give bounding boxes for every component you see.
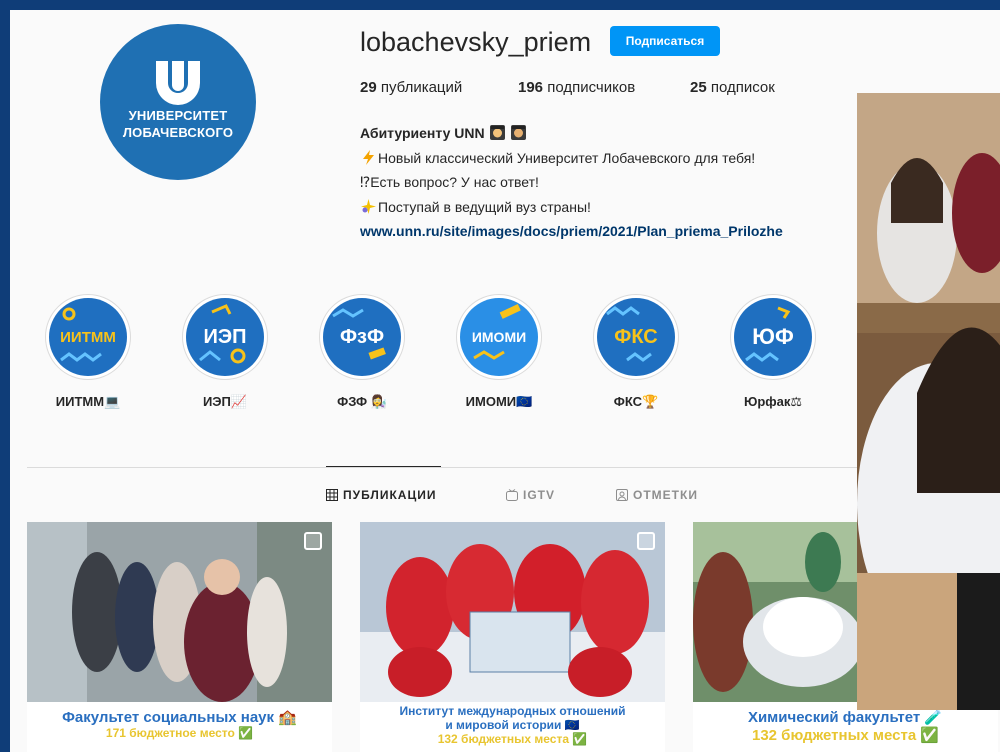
caption-subtitle: 171 бюджетное место ✅ [105, 726, 254, 740]
highlight-ring: ЮФ [730, 294, 816, 380]
tagged-icon [616, 489, 628, 501]
following-stat[interactable]: 25 подписок [690, 79, 775, 96]
instagram-profile-page: УНИВЕРСИТЕТ ЛОБАЧЕВСКОГО lobachevsky_pri… [10, 10, 1000, 752]
highlight-fzf[interactable]: ФзФ ФЗФ 👩‍🔬 [314, 294, 410, 410]
follow-button[interactable]: Подписаться [610, 26, 720, 56]
profile-bio: Абитуриенту UNN Новый классический Униве… [360, 121, 850, 244]
logo-text-line1: УНИВЕРСИТЕТ [128, 108, 228, 123]
carousel-icon [637, 532, 655, 550]
caption-subtitle: 132 бюджетных места ✅ [751, 727, 940, 744]
active-tab-indicator [326, 466, 441, 467]
highlight-cover-text: ЮФ [752, 324, 794, 349]
posts-count-stat[interactable]: 29 публикаций [360, 79, 462, 96]
post-photo [360, 522, 665, 702]
highlight-cover-text: ИИТММ [60, 328, 116, 346]
highlight-ring: ИИТММ [45, 294, 131, 380]
highlight-label: ИИТММ💻 [55, 394, 121, 409]
bio-line1: Новый классический Университет Лобачевск… [378, 149, 756, 166]
grid-icon [326, 489, 338, 501]
caption-title-line2: и мировой истории 🇪🇺 [445, 718, 580, 732]
highlight-label: ФКС🏆 [613, 394, 659, 409]
following-count: 25 [690, 79, 707, 96]
tab-label: ПУБЛИКАЦИИ [343, 488, 437, 502]
followers-count: 196 [518, 79, 544, 96]
post-tile[interactable]: Институт международных отношений и миров… [360, 522, 665, 752]
highlight-ring: ИЭП [182, 294, 268, 380]
highlight-cover: ЮФ [734, 298, 812, 376]
highlight-imomi[interactable]: ИМОМИ ИМОМИ🇪🇺 [451, 294, 547, 410]
highlight-cover-text: ФзФ [339, 325, 385, 348]
tab-publications[interactable]: ПУБЛИКАЦИИ [326, 488, 436, 502]
post-tile[interactable]: Факультет социальных наук 🏫 171 бюджетно… [27, 522, 332, 752]
post-caption: Факультет социальных наук 🏫 171 бюджетно… [27, 702, 332, 752]
tabs-divider [27, 467, 857, 468]
highlight-label: ИЭП📈 [202, 394, 248, 409]
classroom-photo-image [857, 93, 1000, 710]
followers-stat[interactable]: 196 подписчиков [518, 79, 635, 96]
tab-tagged[interactable]: ОТМЕТКИ [616, 488, 698, 502]
post-photo [27, 522, 332, 702]
posts-count: 29 [360, 79, 377, 96]
caption-title: Химический факультет 🧪 [747, 709, 944, 726]
classroom-photo [857, 93, 1000, 710]
post-caption: Институт международных отношений и миров… [360, 702, 665, 752]
highlight-label: Юрфак⚖ [743, 394, 803, 409]
logo-text-line2: ЛОБАЧЕВСКОГО [122, 125, 234, 140]
highlight-iep[interactable]: ИЭП ИЭП📈 [177, 294, 273, 410]
tab-label: ОТМЕТКИ [633, 488, 698, 502]
caption-title: Факультет социальных наук 🏫 [62, 709, 297, 726]
bio-line2: ⁉Есть вопрос? У нас ответ! [360, 174, 539, 190]
carousel-icon [304, 532, 322, 550]
highlight-cover: ФКС [597, 298, 675, 376]
profile-avatar[interactable]: УНИВЕРСИТЕТ ЛОБАЧЕВСКОГО [100, 24, 256, 180]
university-logo-icon [156, 61, 200, 105]
highlight-label: ИМОМИ🇪🇺 [465, 394, 533, 409]
igtv-icon [506, 489, 518, 501]
highlight-ring: ФзФ [319, 294, 405, 380]
highlight-iitmm[interactable]: ИИТММ ИИТММ💻 [40, 294, 136, 410]
highlight-yuf[interactable]: ЮФ Юрфак⚖ [725, 294, 821, 410]
lightning-icon [363, 149, 374, 165]
profile-username: lobachevsky_priem [360, 27, 592, 57]
followers-label: подписчиков [547, 79, 636, 96]
sparkle-icon [361, 198, 376, 214]
highlight-ring: ИМОМИ [456, 294, 542, 380]
following-label: подписок [710, 79, 775, 96]
bio-name: Абитуриенту UNN [360, 125, 485, 141]
highlight-fks[interactable]: ФКС ФКС🏆 [588, 294, 684, 410]
student-emoji-icon [489, 125, 505, 140]
bio-line3: Поступай в ведущий вуз страны! [378, 198, 591, 215]
posts-label: публикаций [380, 79, 463, 96]
highlight-cover: ИМОМИ [460, 298, 538, 376]
tab-label: IGTV [523, 488, 556, 502]
highlight-cover: ИЭП [186, 298, 264, 376]
highlight-cover: ИИТММ [49, 298, 127, 376]
caption-title: Институт международных отношений [399, 704, 626, 718]
highlight-ring: ФКС [593, 294, 679, 380]
tab-igtv[interactable]: IGTV [506, 488, 555, 502]
highlight-cover-text: ИМОМИ [471, 329, 527, 345]
highlight-cover: ФзФ [323, 298, 401, 376]
teacher-emoji-icon [511, 125, 527, 140]
caption-subtitle: 132 бюджетных места ✅ [437, 732, 588, 746]
highlight-cover-text: ИЭП [203, 325, 247, 348]
highlight-label: ФЗФ 👩‍🔬 [337, 394, 387, 409]
highlight-cover-text: ФКС [614, 325, 658, 348]
bio-link[interactable]: www.unn.ru/site/images/docs/priem/2021/P… [360, 223, 783, 239]
